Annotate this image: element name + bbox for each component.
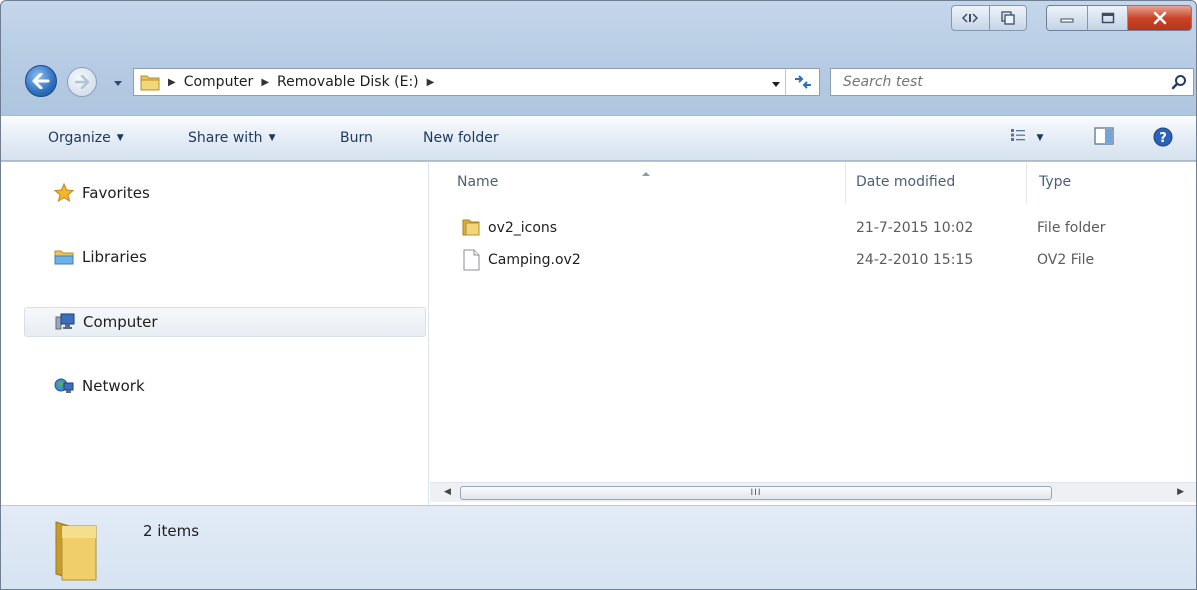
scroll-thumb[interactable]: III xyxy=(460,486,1052,500)
column-name[interactable]: Name xyxy=(457,174,498,190)
folder-icon xyxy=(462,219,480,236)
folder-icon xyxy=(140,75,160,91)
scroll-left-icon[interactable]: ◀ xyxy=(444,487,451,497)
column-header-row: Name Date modified Type xyxy=(430,162,1196,204)
preview-pane-icon xyxy=(1094,127,1114,145)
navigation-bar: ▶ Computer ▶ Removable Disk (E:) ▶ xyxy=(1,51,1196,113)
snap-button[interactable] xyxy=(988,6,1027,30)
computer-icon xyxy=(55,312,75,332)
nav-label-computer: Computer xyxy=(83,313,158,331)
share-with-button[interactable]: Share with ▼ xyxy=(188,130,275,146)
nav-item-network[interactable]: Network xyxy=(24,371,426,401)
file-date: 24-2-2010 15:15 xyxy=(856,252,974,268)
organize-label: Organize xyxy=(48,130,111,146)
svg-text:?: ? xyxy=(1159,131,1167,146)
change-view-button[interactable]: ▼ xyxy=(1010,128,1043,146)
forward-button[interactable] xyxy=(67,67,97,97)
code-icon xyxy=(962,13,979,23)
nav-item-libraries[interactable]: Libraries xyxy=(24,242,426,272)
chevron-down-icon: ▼ xyxy=(116,133,124,143)
file-row[interactable]: ov2_icons 21-7-2015 10:02 File folder xyxy=(430,214,1196,242)
burn-button[interactable]: Burn xyxy=(340,130,373,146)
file-list-pane: Name Date modified Type ov2_icons 21-7-2… xyxy=(430,162,1196,505)
star-icon xyxy=(54,183,74,203)
title-extra-buttons xyxy=(951,5,1027,31)
file-row[interactable]: Camping.ov2 24-2-2010 15:15 OV2 File xyxy=(430,246,1196,274)
file-date: 21-7-2015 10:02 xyxy=(856,220,974,236)
window-stack-icon xyxy=(1001,11,1015,25)
nav-item-computer[interactable]: Computer xyxy=(24,307,426,337)
libraries-icon xyxy=(54,247,74,267)
maximize-icon xyxy=(1101,12,1114,24)
recent-pages-button[interactable] xyxy=(113,76,123,92)
nav-label-favorites: Favorites xyxy=(82,184,150,202)
item-count: 2 items xyxy=(143,522,200,540)
column-type[interactable]: Type xyxy=(1039,174,1071,190)
breadcrumb-separator-icon[interactable]: ▶ xyxy=(427,77,435,88)
column-divider[interactable] xyxy=(845,162,846,204)
file-type: File folder xyxy=(1037,220,1106,236)
chevron-down-icon xyxy=(114,81,122,86)
column-divider[interactable] xyxy=(1026,162,1027,204)
chevron-down-icon xyxy=(772,82,780,87)
explorer-window: ▶ Computer ▶ Removable Disk (E:) ▶ Searc… xyxy=(0,0,1197,590)
horizontal-scrollbar[interactable]: ◀ III ▶ xyxy=(430,482,1196,502)
search-icon[interactable] xyxy=(1171,74,1187,90)
view-list-icon xyxy=(1011,129,1025,141)
refresh-button[interactable] xyxy=(785,69,819,95)
title-bar xyxy=(1,1,1196,51)
arrow-left-icon xyxy=(32,73,50,89)
nav-label-libraries: Libraries xyxy=(82,248,147,266)
network-icon xyxy=(54,376,74,396)
details-pane: 2 items xyxy=(1,505,1196,589)
share-with-label: Share with xyxy=(188,130,263,146)
address-dropdown-button[interactable] xyxy=(771,77,781,93)
caption-buttons xyxy=(1046,5,1192,31)
minimize-button[interactable] xyxy=(1047,6,1087,30)
back-button[interactable] xyxy=(25,65,57,97)
column-date-modified[interactable]: Date modified xyxy=(856,174,955,190)
command-bar: Organize ▼ Share with ▼ Burn New folder ▼ … xyxy=(1,115,1196,161)
chevron-down-icon: ▼ xyxy=(268,133,276,143)
minimize-icon xyxy=(1060,18,1074,23)
close-icon xyxy=(1153,11,1166,25)
file-icon xyxy=(463,249,480,271)
address-bar[interactable]: ▶ Computer ▶ Removable Disk (E:) ▶ xyxy=(133,68,820,96)
maximize-button[interactable] xyxy=(1087,6,1127,30)
preview-pane-button[interactable] xyxy=(1094,127,1114,149)
help-icon: ? xyxy=(1153,127,1173,147)
search-input[interactable] xyxy=(841,73,1161,91)
close-button[interactable] xyxy=(1127,6,1191,30)
code-view-button[interactable] xyxy=(952,6,989,30)
refresh-icon xyxy=(794,75,811,89)
file-name: ov2_icons xyxy=(488,220,558,236)
scroll-grip: III xyxy=(750,488,762,498)
breadcrumb-separator-icon[interactable]: ▶ xyxy=(261,77,269,88)
breadcrumb-separator-icon[interactable]: ▶ xyxy=(168,77,176,88)
content-area: Favorites Libraries Computer Network Nam… xyxy=(1,162,1196,505)
file-name: Camping.ov2 xyxy=(488,252,581,268)
breadcrumb-removable-disk[interactable]: Removable Disk (E:) xyxy=(277,74,419,90)
search-box xyxy=(830,68,1194,96)
arrow-right-icon xyxy=(74,75,90,89)
scroll-right-icon[interactable]: ▶ xyxy=(1177,487,1184,497)
chevron-down-icon: ▼ xyxy=(1036,133,1044,143)
sort-ascending-icon xyxy=(641,165,651,181)
file-type: OV2 File xyxy=(1037,252,1095,268)
new-folder-button[interactable]: New folder xyxy=(423,130,499,146)
nav-item-favorites[interactable]: Favorites xyxy=(24,178,426,208)
folder-icon xyxy=(55,521,97,581)
nav-label-network: Network xyxy=(82,377,145,395)
navigation-pane: Favorites Libraries Computer Network xyxy=(1,162,429,505)
help-button[interactable]: ? xyxy=(1153,127,1173,151)
breadcrumb-computer[interactable]: Computer xyxy=(184,74,254,90)
organize-button[interactable]: Organize ▼ xyxy=(48,130,124,146)
